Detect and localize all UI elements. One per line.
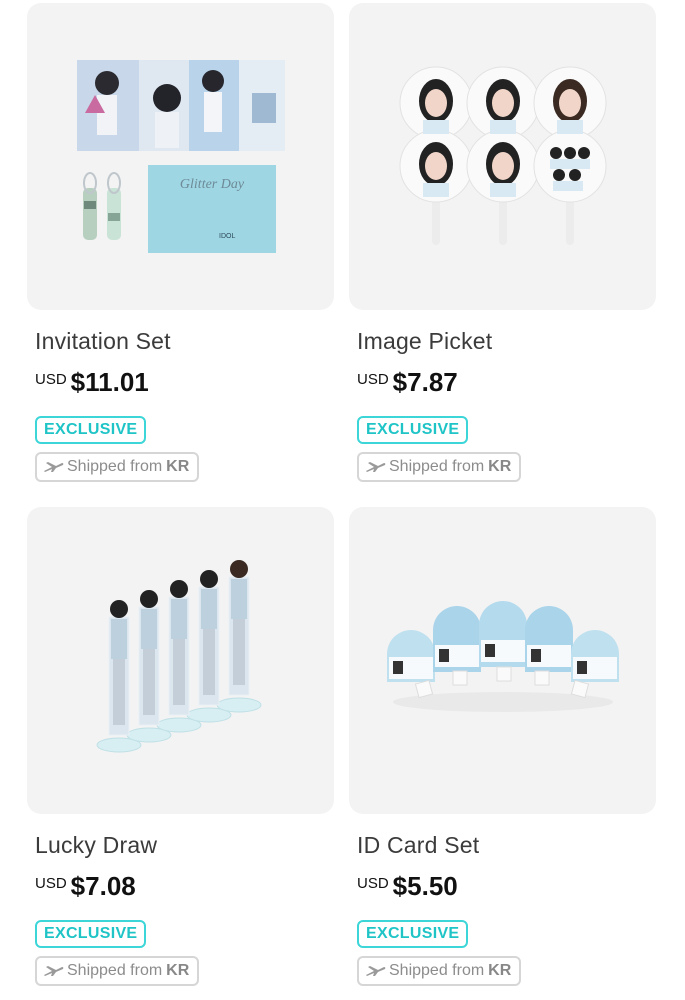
shipping-badge: Shipped from KR bbox=[357, 452, 522, 482]
image-picket-illustration bbox=[399, 66, 607, 245]
product-grid: Glitter Day IDOL Invitation Set USD $11.… bbox=[0, 0, 685, 1000]
shipping-origin: KR bbox=[166, 962, 190, 979]
price-amount: $11.01 bbox=[70, 367, 149, 397]
shipping-prefix: Shipped from bbox=[389, 962, 485, 979]
product-image[interactable]: Glitter Day IDOL bbox=[27, 3, 334, 310]
exclusive-badge: EXCLUSIVE bbox=[35, 416, 147, 444]
product-image[interactable] bbox=[349, 507, 656, 814]
exclusive-badge: EXCLUSIVE bbox=[357, 920, 469, 948]
shipping-badge: Shipped from KR bbox=[35, 452, 200, 482]
shipping-origin: KR bbox=[488, 458, 512, 475]
shipping-origin: KR bbox=[166, 458, 190, 475]
airplane-icon bbox=[366, 462, 386, 472]
product-price: USD $7.87 bbox=[357, 367, 656, 398]
id-card-set-illustration bbox=[387, 601, 619, 712]
price-amount: $7.08 bbox=[70, 871, 136, 901]
shipping-prefix: Shipped from bbox=[67, 458, 163, 475]
invitation-set-illustration: Glitter Day IDOL bbox=[77, 60, 285, 253]
price-currency: USD bbox=[357, 875, 389, 892]
product-name[interactable]: Lucky Draw bbox=[35, 832, 334, 859]
exclusive-badge: EXCLUSIVE bbox=[35, 920, 147, 948]
svg-text:IDOL: IDOL bbox=[219, 233, 235, 240]
product-card-image-picket[interactable]: Image Picket USD $7.87 EXCLUSIVE Shipped… bbox=[349, 3, 656, 482]
shipping-prefix: Shipped from bbox=[67, 962, 163, 979]
product-image[interactable] bbox=[349, 3, 656, 310]
airplane-icon bbox=[366, 966, 386, 976]
shipping-badge: Shipped from KR bbox=[357, 956, 522, 986]
airplane-icon bbox=[44, 966, 64, 976]
product-price: USD $5.50 bbox=[357, 871, 656, 902]
product-card-lucky-draw[interactable]: Lucky Draw USD $7.08 EXCLUSIVE Shipped f… bbox=[27, 507, 334, 986]
price-currency: USD bbox=[357, 371, 389, 388]
price-currency: USD bbox=[35, 371, 67, 388]
product-price: USD $7.08 bbox=[35, 871, 334, 902]
product-name[interactable]: Invitation Set bbox=[35, 328, 334, 355]
exclusive-badge: EXCLUSIVE bbox=[357, 416, 469, 444]
lucky-draw-illustration bbox=[96, 560, 262, 753]
shipping-origin: KR bbox=[488, 962, 512, 979]
price-currency: USD bbox=[35, 875, 67, 892]
price-amount: $7.87 bbox=[392, 367, 458, 397]
svg-text:Glitter Day: Glitter Day bbox=[180, 177, 245, 192]
shipping-badge: Shipped from KR bbox=[35, 956, 200, 986]
price-amount: $5.50 bbox=[392, 871, 458, 901]
product-price: USD $11.01 bbox=[35, 367, 334, 398]
product-card-id-card-set[interactable]: ID Card Set USD $5.50 EXCLUSIVE Shipped … bbox=[349, 507, 656, 986]
product-card-invitation-set[interactable]: Glitter Day IDOL Invitation Set USD $11.… bbox=[27, 3, 334, 482]
airplane-icon bbox=[44, 462, 64, 472]
product-name[interactable]: Image Picket bbox=[357, 328, 656, 355]
shipping-prefix: Shipped from bbox=[389, 458, 485, 475]
product-image[interactable] bbox=[27, 507, 334, 814]
product-name[interactable]: ID Card Set bbox=[357, 832, 656, 859]
